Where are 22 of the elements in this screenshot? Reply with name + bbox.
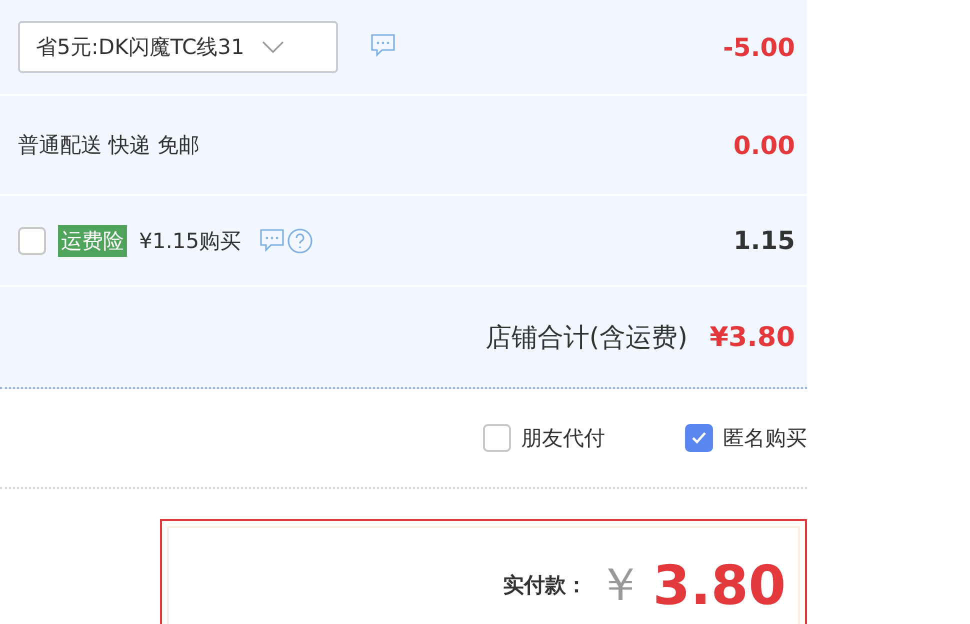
shop-total-label: 店铺合计(含运费)	[485, 322, 688, 354]
insurance-checkbox[interactable]	[18, 226, 46, 254]
insurance-amount: 1.15	[733, 226, 795, 255]
shipping-amount: 0.00	[733, 130, 795, 160]
option-checkbox[interactable]	[483, 424, 511, 452]
option-label: 匿名购买	[723, 425, 807, 452]
option-label: 朋友代付	[521, 425, 605, 452]
help-icon[interactable]	[287, 228, 314, 254]
chat-icon[interactable]	[370, 33, 396, 57]
payment-label: 实付款：	[502, 572, 587, 599]
payment-amount: 3.80	[652, 554, 786, 616]
insurance-price: ¥1.15购买	[139, 228, 242, 254]
check-icon	[691, 431, 707, 445]
shipping-label: 普通配送 快递 免邮	[18, 132, 200, 159]
discount-amount: -5.00	[722, 32, 795, 62]
option-checkbox[interactable]	[685, 424, 713, 452]
shop-total-amount: ¥3.80	[710, 322, 795, 352]
chat-icon[interactable]	[259, 228, 286, 252]
currency-symbol: ￥	[596, 556, 643, 613]
coupon-dropdown[interactable]: 省5元:DK闪魔TC线31	[18, 21, 338, 73]
insurance-tag: 运费险	[58, 224, 127, 256]
chevron-down-icon	[262, 41, 284, 53]
